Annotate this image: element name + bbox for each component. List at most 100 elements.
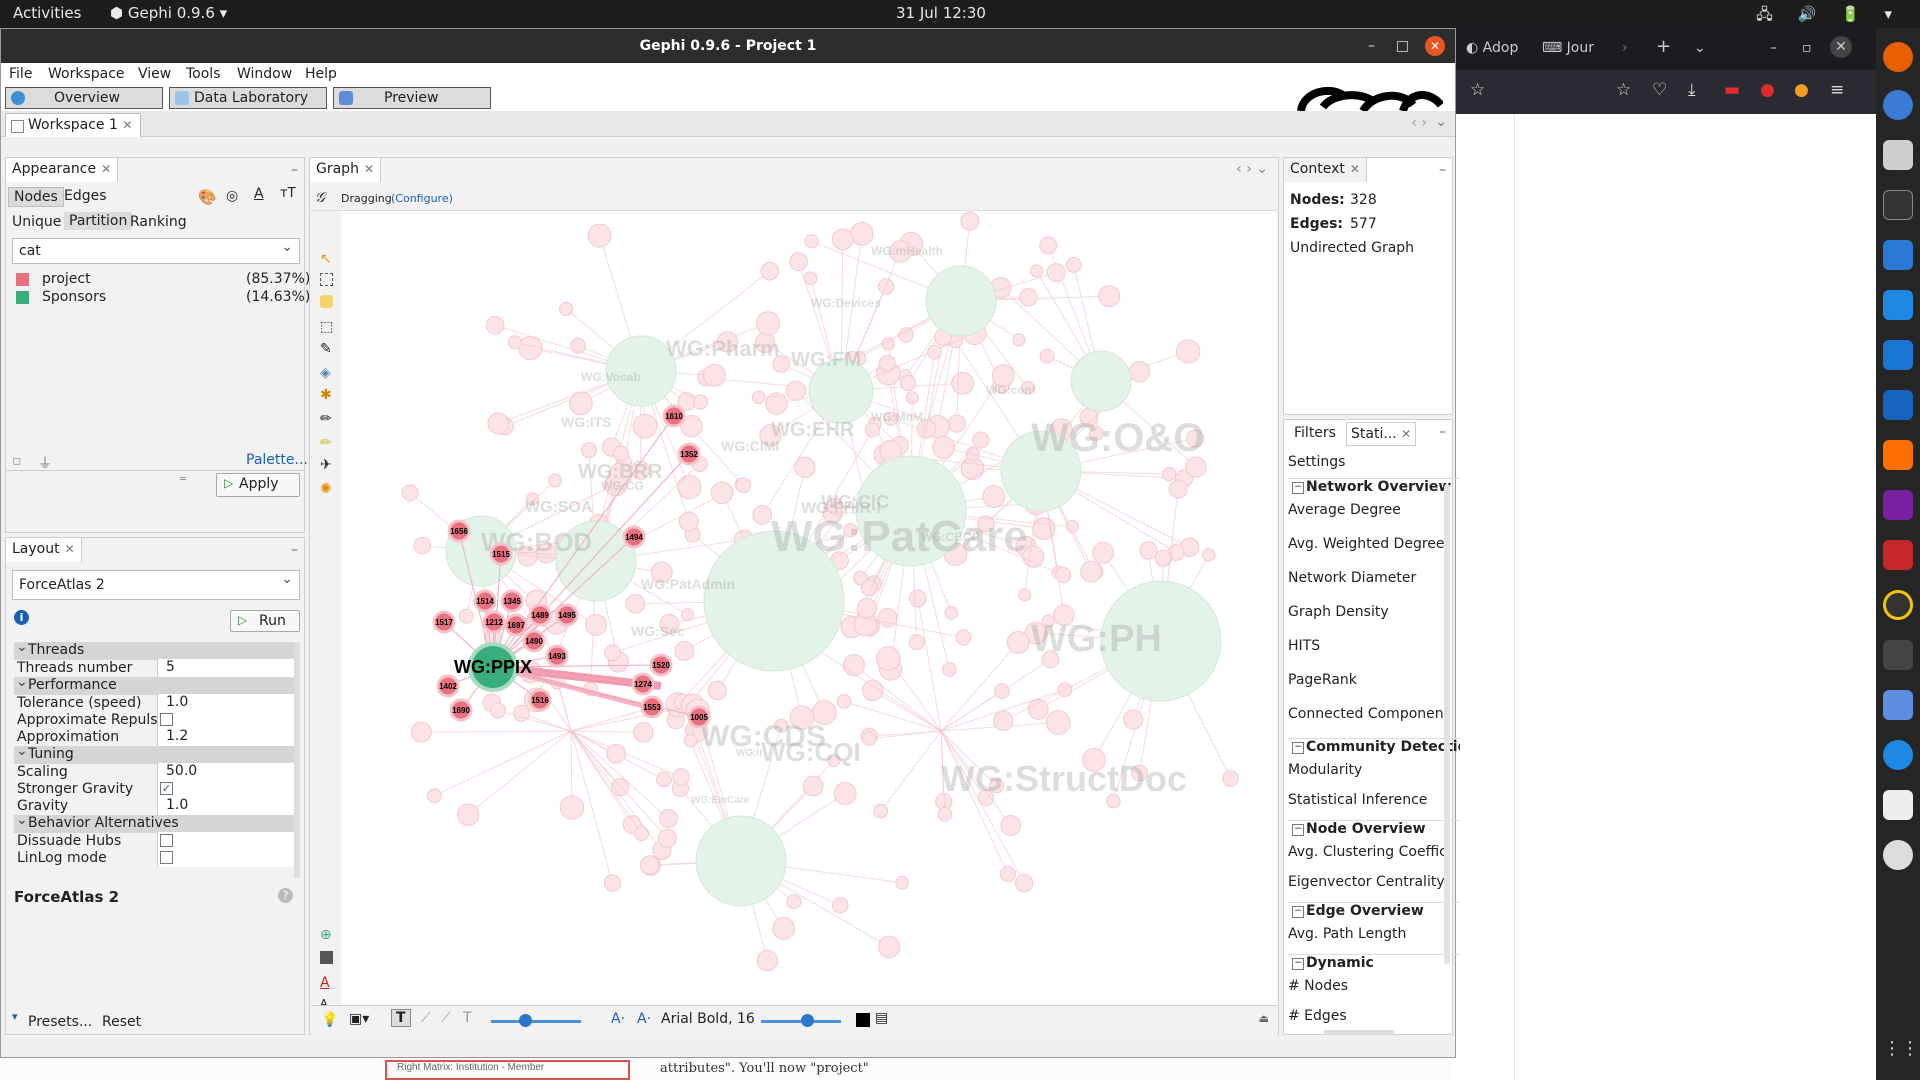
- graph-node-faded[interactable]: [786, 894, 802, 910]
- graph-node-faded[interactable]: [751, 390, 766, 405]
- graph-node-faded[interactable]: [832, 897, 849, 914]
- graph-node-label[interactable]: 1489: [531, 611, 549, 620]
- graph-node-faded[interactable]: [710, 481, 734, 505]
- graph-node-faded[interactable]: [873, 803, 889, 819]
- shortest-path-icon[interactable]: ✈: [320, 457, 333, 473]
- close-icon[interactable]: ✕: [1401, 427, 1411, 441]
- painter-icon[interactable]: ✎: [320, 341, 333, 357]
- graph-node-faded[interactable]: [1065, 256, 1082, 273]
- graph-node-label[interactable]: 1516: [531, 696, 549, 705]
- graph-node-faded[interactable]: [1098, 285, 1121, 308]
- close-icon[interactable]: ✕: [101, 162, 111, 176]
- property-value[interactable]: 1.0: [157, 694, 300, 712]
- graph-node-faded[interactable]: [982, 485, 1006, 508]
- graph-node-faded[interactable]: [927, 344, 942, 360]
- statistic-item[interactable]: Avg. Path Length: [1288, 926, 1444, 942]
- bookmark-icon[interactable]: ☆: [1616, 80, 1631, 100]
- statistics-section-header[interactable]: Dynamic: [1288, 954, 1460, 976]
- close-icon[interactable]: ✕: [1350, 162, 1360, 176]
- graph-node-faded[interactable]: [877, 278, 895, 295]
- statistic-item[interactable]: Modularity: [1288, 762, 1444, 778]
- property-checkbox[interactable]: [157, 711, 300, 729]
- graph-node-faded[interactable]: [485, 315, 505, 335]
- edge-weight-slider[interactable]: [491, 1020, 581, 1023]
- clock[interactable]: 31 Jul 12:30: [896, 4, 986, 22]
- graph-node-faded[interactable]: [895, 875, 909, 890]
- thunderbird-icon[interactable]: [1883, 90, 1913, 120]
- graph-node-label[interactable]: 1493: [548, 652, 566, 661]
- graph-node-faded[interactable]: [683, 733, 698, 748]
- appearance-tab[interactable]: Appearance ✕: [6, 158, 119, 182]
- property-group-header[interactable]: Tuning: [14, 743, 300, 764]
- graph-node-faded[interactable]: [426, 788, 442, 804]
- graph-node-faded[interactable]: [559, 795, 585, 820]
- auto-apply-icon[interactable]: ▫: [12, 453, 22, 469]
- terminal-icon[interactable]: [1883, 190, 1913, 220]
- activities-button[interactable]: Activities: [13, 4, 81, 22]
- property-value[interactable]: 5: [157, 659, 300, 677]
- graph-node-faded[interactable]: [548, 473, 562, 488]
- graph-node-faded[interactable]: [410, 721, 432, 743]
- graph-node-faded[interactable]: [951, 371, 975, 395]
- graph-node-faded[interactable]: [877, 935, 901, 959]
- graph-node-faded[interactable]: [458, 608, 474, 624]
- statistics-section-header[interactable]: Edge Overview: [1288, 902, 1460, 924]
- chevron-icons[interactable]: ‹ › ⌄: [1236, 161, 1268, 177]
- graph-node-faded[interactable]: [1176, 339, 1201, 364]
- graph-node-faded[interactable]: [1039, 348, 1055, 364]
- help-icon[interactable]: [1883, 740, 1913, 770]
- graph-node-faded[interactable]: [760, 261, 780, 281]
- filters-tab[interactable]: Filters: [1294, 425, 1336, 441]
- extension-icon[interactable]: ●: [1794, 80, 1809, 100]
- graph-node-faded[interactable]: [568, 391, 593, 416]
- context-tab[interactable]: Context ✕: [1284, 158, 1367, 182]
- graph-node-faded[interactable]: [875, 646, 901, 671]
- graph-node-faded[interactable]: [856, 598, 877, 619]
- graph-node-faded[interactable]: [1006, 630, 1030, 654]
- filezilla-icon[interactable]: [1883, 540, 1913, 570]
- graph-node-label[interactable]: 1212: [485, 618, 503, 627]
- writer-icon[interactable]: [1883, 240, 1913, 270]
- graph-node-faded[interactable]: [960, 211, 980, 231]
- graph-node-faded[interactable]: [580, 442, 597, 459]
- graph-node-faded[interactable]: [1128, 361, 1151, 383]
- graph-node-faded[interactable]: [937, 806, 953, 822]
- run-button[interactable]: Run: [230, 610, 300, 632]
- graph-node-faded[interactable]: [1055, 567, 1072, 583]
- chevron-down-icon[interactable]: ⌄: [1435, 114, 1447, 130]
- chevron-right-icon[interactable]: ›: [1622, 40, 1628, 56]
- close-icon[interactable]: ✕: [364, 162, 374, 176]
- graph-node-label[interactable]: 1274: [634, 680, 652, 689]
- reset-button[interactable]: Reset: [102, 1014, 141, 1030]
- graph-node-label[interactable]: 1494: [625, 533, 643, 542]
- close-icon[interactable]: ✕: [122, 118, 132, 132]
- minimize-icon[interactable]: –: [1439, 162, 1446, 178]
- graph-node-faded[interactable]: [584, 614, 607, 636]
- drag-handle[interactable]: ═: [180, 474, 186, 485]
- lock-icon[interactable]: ⏏: [1259, 1012, 1269, 1025]
- close-icon[interactable]: ✕: [65, 542, 75, 556]
- statistics-tab[interactable]: Stati... ✕: [1346, 422, 1417, 446]
- graph-node-faded[interactable]: [804, 234, 819, 249]
- graph-node-faded[interactable]: [692, 394, 709, 410]
- graph-node-faded[interactable]: [1019, 287, 1038, 307]
- graph-node-sponsor-faded[interactable]: [1070, 350, 1132, 412]
- graph-node-faded[interactable]: [633, 722, 654, 743]
- statistic-item[interactable]: # Nodes: [1288, 978, 1444, 994]
- graph-node-faded[interactable]: [401, 484, 419, 502]
- graph-node-faded[interactable]: [756, 311, 781, 336]
- code-icon[interactable]: [1883, 290, 1913, 320]
- graph-node-faded[interactable]: [947, 414, 966, 433]
- menu-help[interactable]: Help: [305, 66, 337, 82]
- graph-node-label[interactable]: 1515: [492, 550, 510, 559]
- font-label[interactable]: Arial Bold, 16: [661, 1011, 755, 1027]
- remote-icon[interactable]: [1883, 340, 1913, 370]
- graph-node-faded[interactable]: [1154, 549, 1172, 567]
- statistic-item[interactable]: HITS: [1288, 638, 1444, 654]
- screenshot-icon[interactable]: [1883, 690, 1913, 720]
- statistic-item[interactable]: Eigenvector Centrality: [1288, 874, 1444, 890]
- graph-node-faded[interactable]: [674, 640, 695, 661]
- statistics-section-header[interactable]: Node Overview: [1288, 820, 1460, 842]
- graph-node-faded[interactable]: [1202, 548, 1216, 562]
- close-icon[interactable]: ✕: [1425, 36, 1445, 56]
